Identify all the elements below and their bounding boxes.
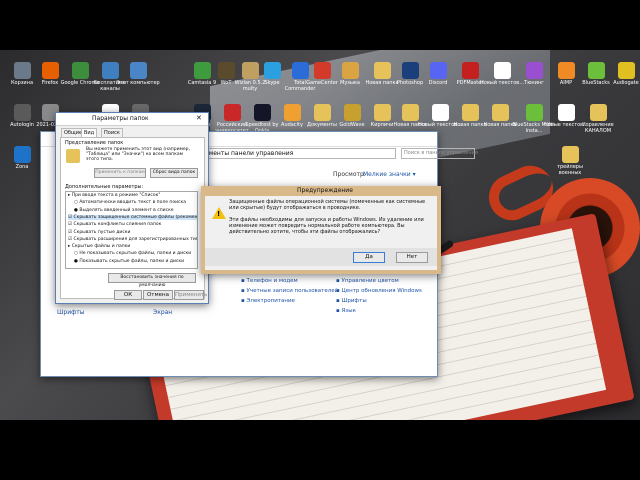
desktop-icon-glyph	[493, 62, 511, 79]
advanced-label: Дополнительные параметры:	[65, 184, 144, 190]
restore-defaults-button[interactable]: Восстановить значения по умолчанию	[108, 273, 196, 288]
bottom-item-screen[interactable]: Экран	[153, 309, 172, 316]
warning-text-2: Эти файлы необходимы для запуска и работ…	[229, 217, 424, 235]
desktop-icon-glyph	[313, 104, 331, 121]
tree-item[interactable]: ▸ Скрытые файлы и папки	[68, 244, 130, 249]
warning-text-1: Защищенные файлы операционной системы (п…	[229, 199, 426, 211]
cp-item-col2[interactable]: ▪ Центр обновления Windows	[336, 288, 422, 294]
desktop-icon-glyph	[461, 62, 479, 79]
desktop-icon-glyph	[343, 104, 361, 121]
desktop-icon-glyph	[561, 146, 579, 163]
tree-item[interactable]: ☑ Скрывать защищенные системные файлы (р…	[68, 214, 197, 220]
search-input[interactable]: Поиск в панели управления	[401, 148, 478, 159]
desktop-icon-glyph	[71, 62, 89, 79]
desktop-icon-glyph	[617, 62, 635, 79]
desktop-icon-label: Audiogate	[613, 80, 639, 86]
tree-item[interactable]: ☑ Скрывать расширения для зарегистрирова…	[68, 237, 197, 242]
desktop-icon-glyph	[253, 104, 271, 121]
desktop-icon-label: трейлеры военных	[557, 164, 583, 176]
cp-item-col1[interactable]: ▪ Электропитание	[241, 298, 295, 304]
desktop-icon-glyph	[223, 104, 241, 121]
apply-button[interactable]: Применить	[174, 290, 207, 300]
letterbox-bottom	[0, 420, 640, 480]
bottom-item-fonts[interactable]: Шрифты	[57, 309, 85, 316]
ok-button[interactable]: ОК	[114, 290, 142, 300]
tree-item[interactable]: ☑ Скрывать конфликты слияния папок	[68, 222, 161, 227]
tree-item[interactable]: ○ Автоматически вводить текст в поле пои…	[74, 200, 186, 205]
cp-item-col2[interactable]: ▪ Шрифты	[336, 298, 367, 304]
desktop-icon-glyph	[461, 104, 479, 121]
apply-to-folders-button[interactable]: Применить к папкам	[94, 168, 146, 178]
desktop-icon[interactable]: Этот компьютер	[116, 62, 160, 86]
advanced-tree[interactable]: ▸ При вводе текста в режиме "Список" ○ Ав…	[65, 191, 198, 269]
desktop-icon-glyph	[401, 104, 419, 121]
desktop-icon-glyph	[525, 62, 543, 79]
desktop-icon-glyph	[587, 62, 605, 79]
folder-options-dialog: Параметры папок ✕ Общие Вид Поиск Представ…	[55, 112, 209, 304]
tree-item[interactable]: ● Показывать скрытые файлы, папки и диск…	[74, 259, 184, 264]
tree-item[interactable]: ▸ При вводе текста в режиме "Список"	[68, 193, 160, 198]
letterbox-top	[0, 0, 640, 50]
desktop-icon-glyph	[129, 62, 147, 79]
tree-item[interactable]: ☑ Скрывать пустые диски	[68, 230, 130, 235]
view-dropdown[interactable]: Мелкие значки ▾	[363, 171, 416, 178]
desktop-icon[interactable]: трейлеры военных	[548, 146, 592, 176]
cp-item-col2[interactable]: ▪ Язык	[336, 308, 356, 314]
close-icon[interactable]: ✕	[196, 114, 202, 122]
cp-item-col1[interactable]: ▪ Учетные записи пользователей	[241, 288, 338, 294]
reset-folders-button[interactable]: Сброс вида папок	[150, 168, 198, 178]
desktop-icon-glyph	[557, 104, 575, 121]
desktop-icon-glyph	[283, 104, 301, 121]
cancel-button[interactable]: Отмена	[143, 290, 173, 300]
warning-dialog: Предупреждение ! Защищенные файлы операц…	[201, 186, 441, 274]
address-bar[interactable]: ементы панели управления	[201, 148, 396, 159]
desktop-icon-glyph	[41, 62, 59, 79]
desktop-icon-label: Этот компьютер	[116, 80, 160, 86]
desktop-icon[interactable]: Управление КАНАЛОМ	[576, 104, 620, 134]
warning-title: Предупреждение	[297, 187, 353, 194]
section-folder-view: Представление папок	[65, 140, 124, 146]
tree-item[interactable]: ● Выделять введенный элемент в списке	[74, 208, 174, 213]
no-button[interactable]: Нет	[396, 252, 428, 263]
yes-button[interactable]: Да	[353, 252, 385, 263]
desktop-icon[interactable]: Audiogate	[604, 62, 640, 86]
desktop-icon-glyph	[431, 104, 449, 121]
desktop-icon-glyph	[429, 62, 447, 79]
view-label: Просмотр:	[333, 171, 366, 178]
tree-item[interactable]: ○ Не показывать скрытые файлы, папки и д…	[74, 251, 191, 256]
folder-icon	[66, 149, 80, 163]
desktop-icon-glyph	[589, 104, 607, 121]
dialog-title: Параметры папок	[92, 115, 149, 122]
cp-item-col1[interactable]: ▪ Телефон и модем	[241, 278, 298, 284]
desktop-icon-glyph	[341, 62, 359, 79]
cp-item-col2[interactable]: ▪ Управление цветом	[336, 278, 399, 284]
desktop-icon-glyph	[557, 62, 575, 79]
desktop-icon-glyph	[525, 104, 543, 121]
view-description: Вы можете применить этот вид (например, …	[86, 147, 190, 162]
desktop-icon-glyph	[491, 104, 509, 121]
desktop-icon-label: Управление КАНАЛОМ	[582, 122, 614, 134]
